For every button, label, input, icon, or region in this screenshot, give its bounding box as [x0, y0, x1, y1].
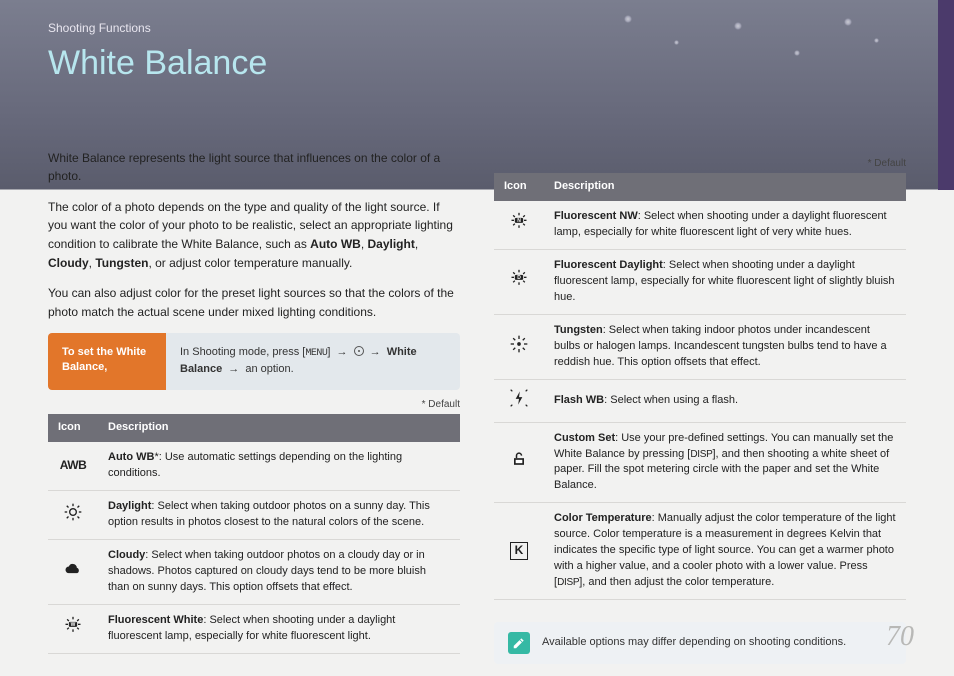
table-row: Flash WB: Select when using a flash.	[494, 379, 906, 422]
table-row: K Color Temperature: Manually adjust the …	[494, 503, 906, 600]
options-note: Available options may differ depending o…	[494, 622, 906, 664]
dial-icon	[354, 346, 364, 356]
svg-text:D: D	[517, 275, 521, 281]
page-title: White Balance	[48, 39, 906, 88]
desc-cell: Daylight: Select when taking outdoor pho…	[98, 491, 460, 540]
kelvin-icon: K	[510, 542, 528, 560]
table-row: AWB Auto WB*: Use automatic settings depe…	[48, 442, 460, 490]
icon-cell	[48, 491, 98, 540]
right-column: * Default Icon Description N Fluorescent …	[494, 149, 906, 664]
intro-p2: The color of a photo depends on the type…	[48, 198, 460, 272]
icon-cell: AWB	[48, 442, 98, 490]
svg-text:N: N	[517, 218, 521, 224]
options-note-text: Available options may differ depending o…	[542, 635, 846, 651]
custom-icon	[508, 449, 530, 469]
instruction-text: In Shooting mode, press [MENU] → → White…	[166, 333, 460, 389]
desc-cell: Flash WB: Select when using a flash.	[544, 379, 906, 422]
th-desc: Description	[544, 173, 906, 201]
wb-table-right: Icon Description N Fluorescent NW: Select…	[494, 173, 906, 600]
desc-cell: Custom Set: Use your pre-defined setting…	[544, 422, 906, 503]
desc-cell: Color Temperature: Manually adjust the c…	[544, 503, 906, 600]
pencil-icon	[508, 632, 530, 654]
icon-cell: D	[494, 250, 544, 315]
icon-cell: K	[494, 503, 544, 600]
tungsten-icon	[508, 334, 530, 354]
chapter-label: Shooting Functions	[48, 20, 906, 37]
wb-table-left: Icon Description AWB Auto WB*: Use automa…	[48, 414, 460, 653]
th-icon: Icon	[494, 173, 544, 201]
instruction-label: To set the White Balance,	[48, 333, 166, 389]
icon-cell	[494, 379, 544, 422]
sun-icon	[62, 502, 84, 522]
default-note-right: * Default	[494, 157, 906, 172]
table-row: Custom Set: Use your pre-defined setting…	[494, 422, 906, 503]
desc-cell: Cloudy: Select when taking outdoor photo…	[98, 540, 460, 605]
desc-cell: Fluorescent NW: Select when shooting und…	[544, 201, 906, 249]
cloud-icon	[62, 559, 84, 579]
icon-cell	[48, 540, 98, 605]
page-number: 70	[886, 617, 914, 658]
desc-cell: Fluorescent White: Select when shooting …	[98, 604, 460, 653]
fluorescent-w-icon: W	[62, 616, 84, 636]
table-row: Daylight: Select when taking outdoor pho…	[48, 491, 460, 540]
fluorescent-n-icon: N	[508, 212, 530, 232]
icon-cell	[494, 422, 544, 503]
left-column: White Balance represents the light sourc…	[48, 149, 460, 664]
table-row: Cloudy: Select when taking outdoor photo…	[48, 540, 460, 605]
intro-p1: White Balance represents the light sourc…	[48, 149, 460, 186]
table-row: N Fluorescent NW: Select when shooting un…	[494, 201, 906, 249]
awb-icon: AWB	[60, 458, 87, 472]
table-row: Tungsten: Select when taking indoor phot…	[494, 314, 906, 379]
th-desc: Description	[98, 414, 460, 442]
desc-cell: Auto WB*: Use automatic settings dependi…	[98, 442, 460, 490]
icon-cell: N	[494, 201, 544, 249]
table-row: W Fluorescent White: Select when shooting…	[48, 604, 460, 653]
desc-cell: Fluorescent Daylight: Select when shooti…	[544, 250, 906, 315]
desc-cell: Tungsten: Select when taking indoor phot…	[544, 314, 906, 379]
th-icon: Icon	[48, 414, 98, 442]
flash-icon	[508, 388, 530, 408]
icon-cell: W	[48, 604, 98, 653]
svg-text:W: W	[71, 622, 76, 628]
instruction-box: To set the White Balance, In Shooting mo…	[48, 333, 460, 389]
fluorescent-d-icon: D	[508, 269, 530, 289]
icon-cell	[494, 314, 544, 379]
default-note-left: * Default	[48, 398, 460, 413]
table-row: D Fluorescent Daylight: Select when shoot…	[494, 250, 906, 315]
intro-p3: You can also adjust color for the preset…	[48, 284, 460, 321]
